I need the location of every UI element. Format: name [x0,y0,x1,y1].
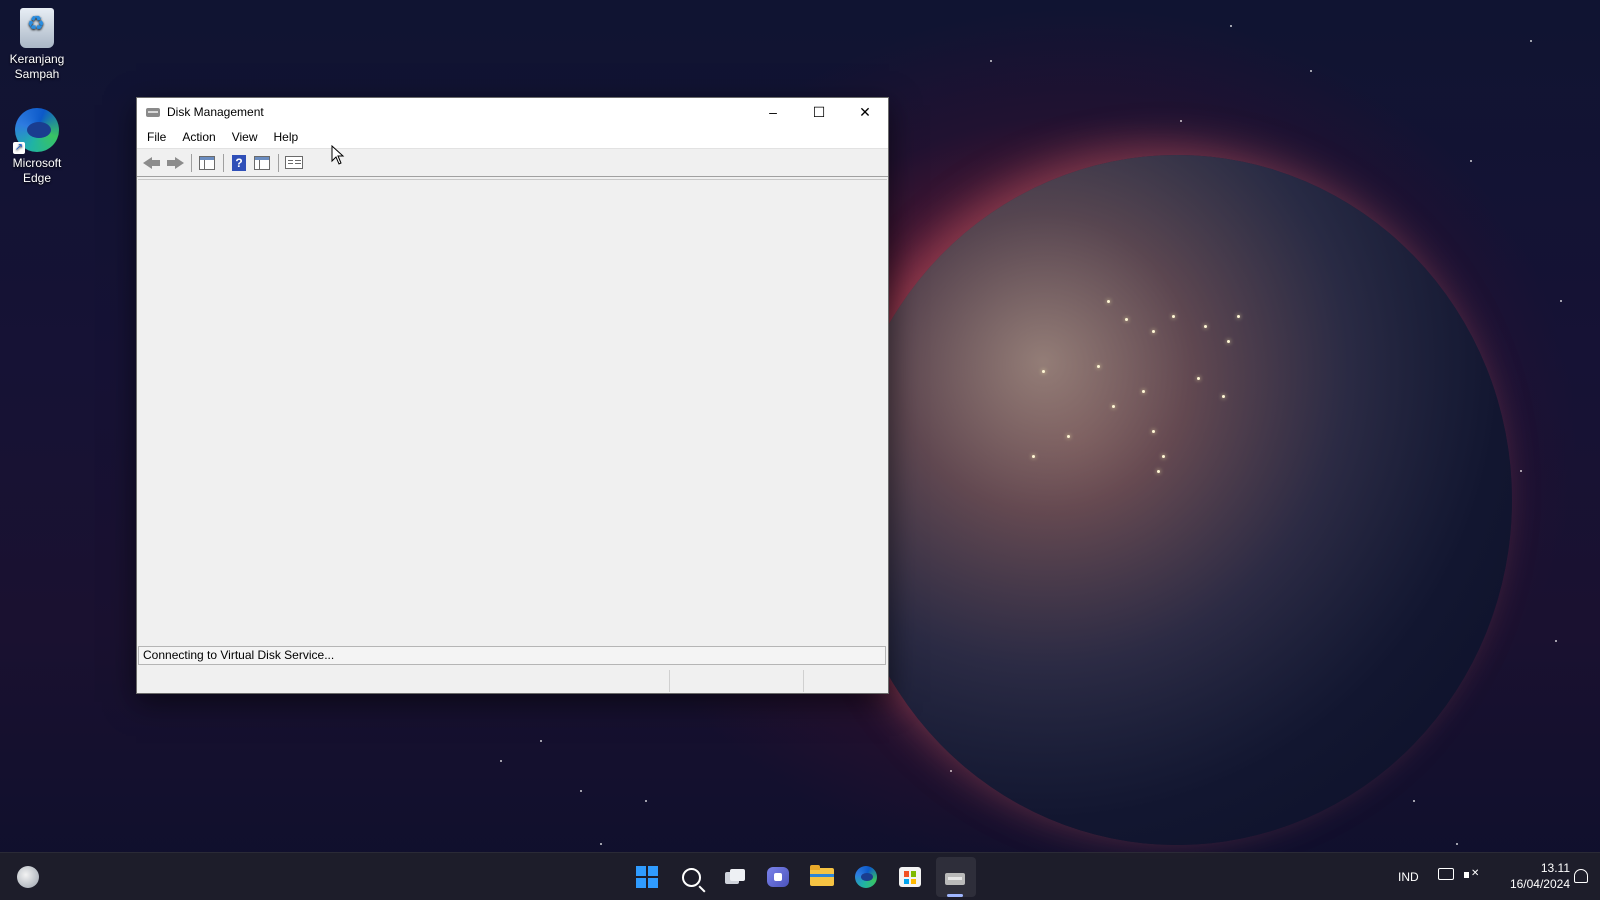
notification-bell-icon [1574,869,1588,883]
toolbar: ? [137,149,888,177]
status-bar-cell [137,670,670,692]
task-view-icon [725,869,745,885]
forward-arrow-icon [166,156,184,170]
desktop-icon-label: Microsoft [12,156,62,170]
language-label: IND [1398,869,1419,884]
desktop-icon-label: Keranjang [9,52,65,66]
maximize-button[interactable]: ☐ [796,98,842,126]
start-icon [636,866,658,888]
search-icon [681,867,701,887]
disk-management-icon [145,104,161,120]
file-explorer-icon [810,865,834,886]
window-title: Disk Management [167,105,264,119]
desktop-icon-label: Sampah [14,67,60,81]
menu-bar: File Action View Help [137,126,888,149]
clock[interactable]: 13.11 16/04/2024 [1490,860,1570,892]
forward-button[interactable] [164,152,186,174]
chat-icon [767,867,789,887]
widgets-button[interactable] [12,861,44,893]
volume-muted-icon [1464,868,1480,882]
menu-view[interactable]: View [224,126,266,148]
disk-management-icon [944,867,966,887]
menu-help[interactable]: Help [266,126,307,148]
shortcut-arrow-icon: ↗ [13,142,25,154]
recycle-bin-icon [20,8,54,48]
menu-file[interactable]: File [139,126,174,148]
disk-management-window: Disk Management – ☐ ✕ File Action View H… [136,97,889,694]
toolbar-separator [191,153,192,172]
network-button[interactable] [1438,868,1456,884]
desktop-icon-microsoft-edge[interactable]: ↗ Microsoft Edge [1,108,73,186]
desktop-icon-recycle-bin[interactable]: Keranjang Sampah [1,8,73,82]
desktop-icon-label: Edge [22,171,52,185]
show-hide-console-tree-icon [199,155,215,170]
store-button[interactable] [894,861,926,893]
edge-icon [855,866,877,888]
store-icon [899,867,921,887]
menu-action[interactable]: Action [174,126,223,148]
disk-management-taskbar-button[interactable] [939,861,971,893]
show-hide-console-tree-button[interactable] [196,152,218,174]
close-button[interactable]: ✕ [842,98,888,126]
minimize-button[interactable]: – [750,98,796,126]
status-message: Connecting to Virtual Disk Service... [138,646,886,665]
search-button[interactable] [675,861,707,893]
properties-icon [285,156,303,169]
widgets-weather-icon [17,866,39,888]
clock-time: 13.11 [1540,861,1570,875]
volume-button[interactable] [1464,868,1482,884]
active-app-indicator [947,894,963,897]
input-language-indicator[interactable]: IND [1398,853,1419,900]
chat-button[interactable] [762,861,794,893]
properties-button[interactable] [283,152,305,174]
toolbar-separator [223,153,224,172]
console-content-area[interactable] [138,179,887,644]
task-view-button[interactable] [719,861,751,893]
status-bar [137,669,888,693]
maximize-icon: ☐ [812,103,826,120]
toolbar-separator [278,153,279,172]
status-bar-cell [670,670,804,692]
clock-date: 16/04/2024 [1509,877,1570,891]
back-button[interactable] [141,152,163,174]
edge-icon: ↗ [13,108,59,154]
earth-planet [842,155,1512,845]
show-hide-action-pane-button[interactable] [251,152,273,174]
taskbar: IND 13.11 16/04/2024 [0,852,1600,900]
close-icon: ✕ [859,103,871,120]
minimize-icon: – [769,104,777,120]
show-hide-action-pane-icon [254,155,270,170]
help-button[interactable]: ? [228,152,250,174]
city-lights-decoration [842,155,1512,845]
notifications-button[interactable] [1574,869,1592,885]
status-bar-cell [804,670,888,692]
help-icon: ? [232,154,246,171]
start-button[interactable] [631,861,663,893]
file-explorer-button[interactable] [806,861,838,893]
title-bar[interactable]: Disk Management – ☐ ✕ [137,98,888,126]
network-icon [1438,868,1454,880]
edge-taskbar-button[interactable] [850,861,882,893]
back-arrow-icon [143,156,161,170]
